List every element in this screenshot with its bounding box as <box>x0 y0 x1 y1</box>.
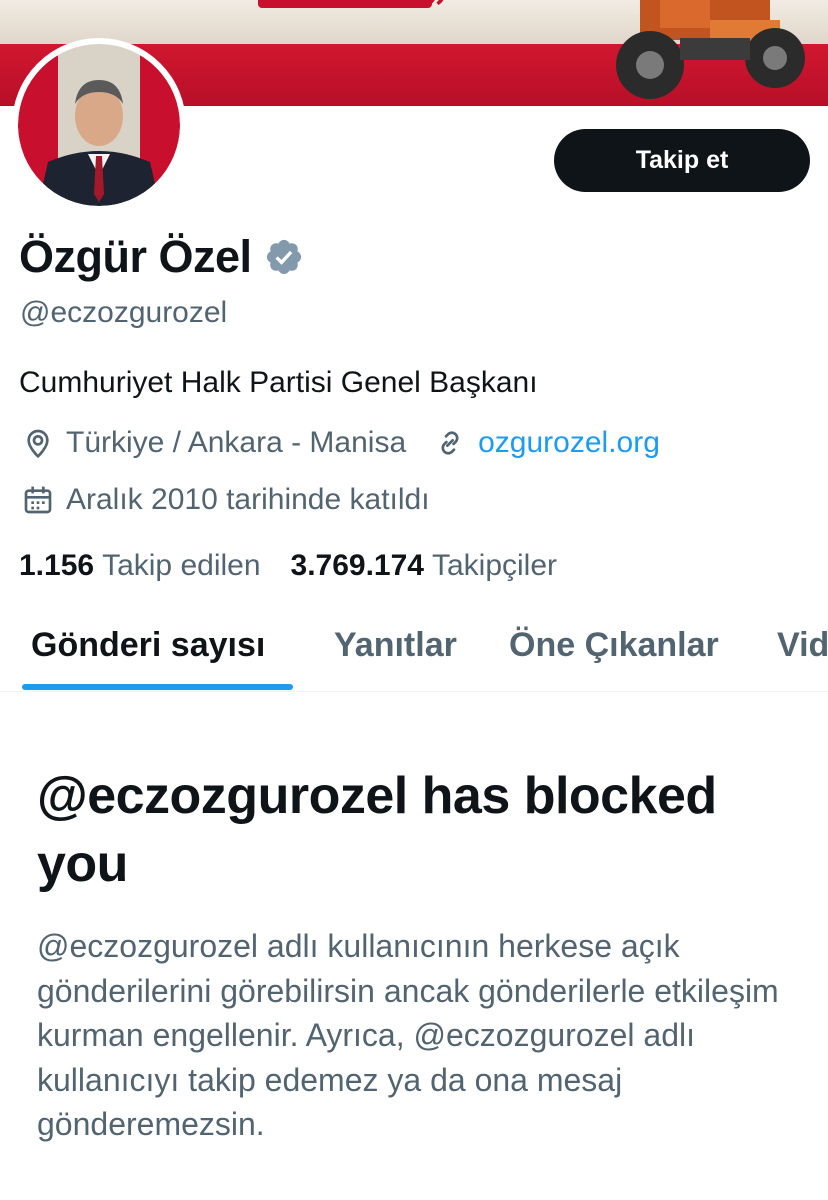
profile-handle: @eczozgurozel <box>20 296 228 329</box>
calendar-icon <box>24 486 52 514</box>
banner-tag <box>258 0 432 8</box>
banner-quote-mark: ” <box>426 0 448 31</box>
active-tab-indicator <box>22 684 293 690</box>
tab-replies[interactable]: Yanıtlar <box>334 626 457 665</box>
following-label: Takip edilen <box>102 549 261 582</box>
followers-label: Takipçiler <box>431 549 558 582</box>
profile-bio: Cumhuriyet Halk Partisi Genel Başkanı <box>19 366 538 399</box>
followers-count: 3.769.174 <box>290 549 424 582</box>
profile-joined-date: Aralık 2010 tarihinde katıldı <box>66 483 430 516</box>
profile-name: Özgür Özel <box>19 231 252 282</box>
location-pin-icon <box>27 429 49 459</box>
verified-badge-icon[interactable] <box>264 237 304 277</box>
avatar[interactable] <box>12 38 186 212</box>
blocked-description: @eczozgurozel adlı kullanıcının herkese … <box>37 928 779 1142</box>
profile-website[interactable]: ozgurozel.org <box>434 426 660 460</box>
tab-posts[interactable]: Gönderi sayısı <box>31 626 265 665</box>
tab-videos[interactable]: Vid <box>777 626 828 665</box>
following-stat[interactable]: 1.156 Takip edilen <box>19 549 261 583</box>
profile-stats: 1.156 Takip edilen 3.769.174 Takipçiler <box>19 549 557 583</box>
profile-meta-location-row: Türkiye / Ankara - Manisa ozgurozel.org <box>22 426 660 460</box>
tractor-image <box>616 0 805 99</box>
profile-name-row: Özgür Özel <box>19 231 304 283</box>
tab-highlights[interactable]: Öne Çıkanlar <box>509 626 719 665</box>
following-count: 1.156 <box>19 549 95 582</box>
link-icon <box>441 431 459 455</box>
profile-website-link[interactable]: ozgurozel.org <box>478 426 660 460</box>
profile-tabs: Gönderi sayısı Yanıtlar Öne Çıkanlar Vid <box>0 600 828 692</box>
avatar-image <box>18 44 180 206</box>
followers-stat[interactable]: 3.769.174 Takipçiler <box>291 549 558 583</box>
blocked-title: @eczozgurozel has blocked you <box>37 767 717 893</box>
follow-button[interactable]: Takip et <box>554 129 810 192</box>
profile-meta-joined-row: Aralık 2010 tarihinde katıldı <box>22 483 430 517</box>
profile-location: Türkiye / Ankara - Manisa <box>66 426 407 459</box>
